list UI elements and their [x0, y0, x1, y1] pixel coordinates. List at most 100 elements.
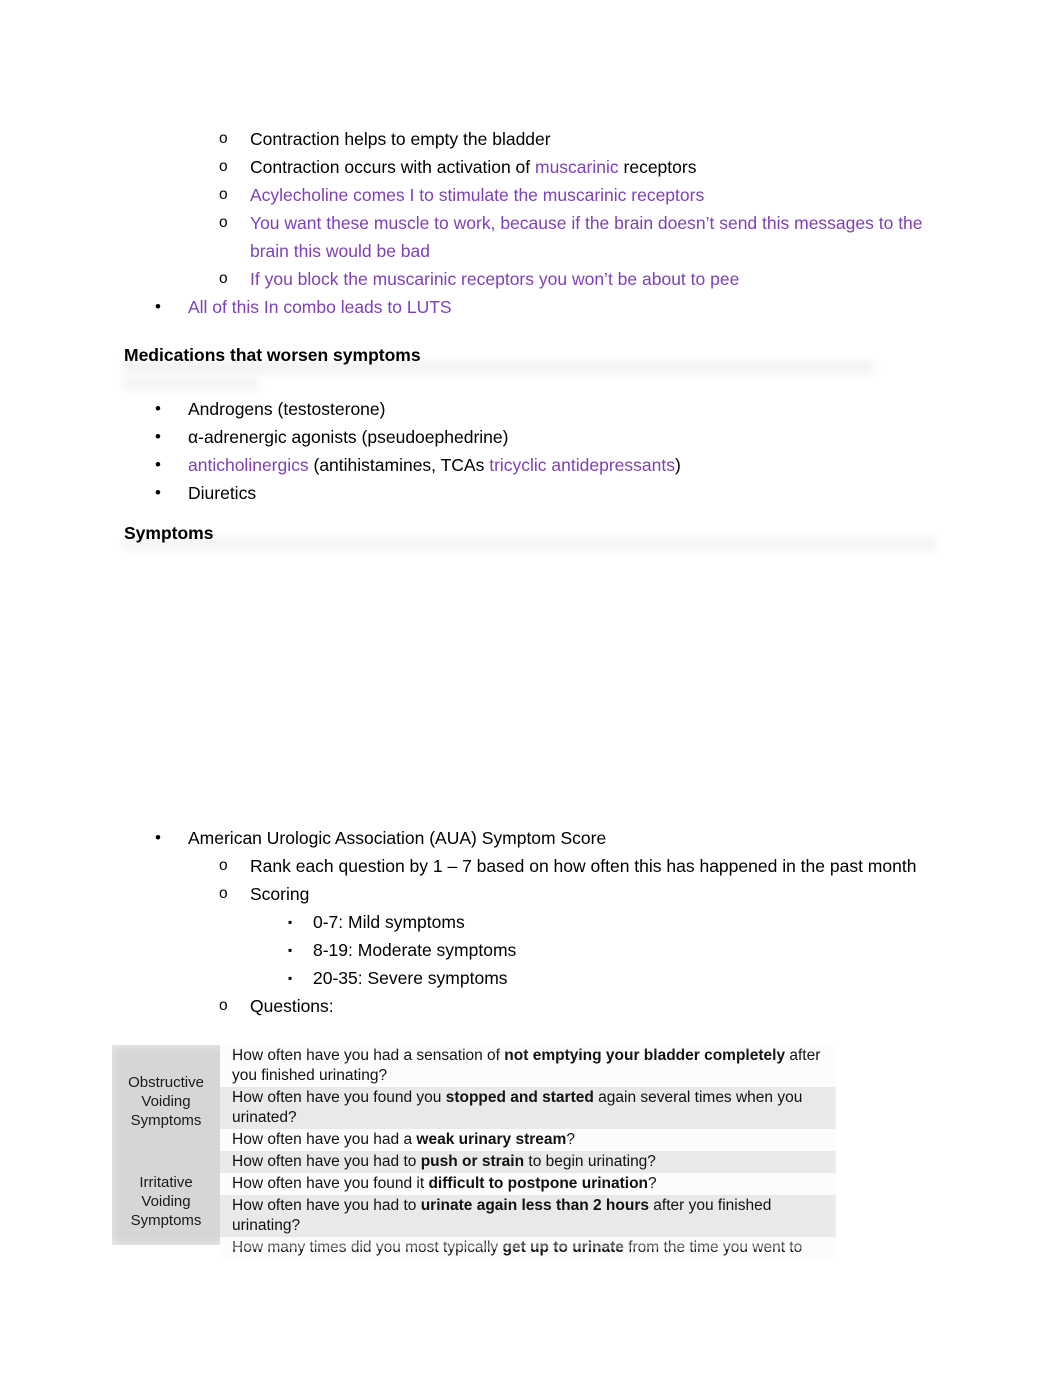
question-emphasis: stopped and started: [445, 1089, 594, 1106]
aua-list-item-text: American Urologic Association (AUA) Symp…: [188, 824, 942, 852]
list-marker-icon: ▪: [288, 943, 293, 957]
text-run: Scoring: [250, 884, 310, 904]
aua-list-item-text: Questions:: [250, 992, 942, 1020]
bladder-list-item-text: Contraction occurs with activation of mu…: [250, 153, 942, 181]
question-text: How often have you had to: [232, 1197, 421, 1214]
list-marker-icon: o: [219, 130, 228, 147]
aua-question-cell: How often have you had to urinate again …: [220, 1195, 836, 1237]
aua-list-item-text: 8-19: Moderate symptoms: [313, 936, 942, 964]
question-emphasis: push or strain: [420, 1153, 525, 1170]
text-run: American Urologic Association (AUA) Symp…: [188, 828, 607, 848]
aua-list-item: o Questions:: [0, 992, 1062, 1020]
list-marker-icon: o: [219, 186, 228, 203]
aua-question-cell: How often have you had a sensation of no…: [220, 1045, 836, 1087]
aua-question-cell: How many times did you most typically ge…: [220, 1237, 836, 1259]
aua-list-item: o Rank each question by 1 – 7 based on ho…: [0, 852, 1062, 880]
text-run: Acylecholine comes I to stimulate the mu…: [250, 185, 705, 205]
ghost-smudge-symptoms: [124, 538, 936, 552]
document-page: o Contraction helps to empty the bladder o…: [0, 0, 1062, 1376]
text-run: Contraction helps to empty the bladder: [250, 129, 551, 149]
list-marker-icon: o: [219, 158, 228, 175]
aua-category-irritative-line-1: Irritative: [139, 1174, 193, 1191]
aua-list-item: o Scoring: [0, 880, 1062, 908]
aua-list-item-text: Scoring: [250, 880, 942, 908]
medications-list-item: • anticholinergics (antihistamines, TCAs …: [0, 451, 1062, 479]
aua-category-irritative-line-3: Symptoms: [130, 1212, 202, 1229]
text-run: muscarinic: [535, 157, 619, 177]
bladder-list-item-text: All of this In combo leads to LUTS: [188, 293, 942, 321]
aua-list-item: ▪ 8-19: Moderate symptoms: [0, 936, 1062, 964]
question-text: from the time you went to: [623, 1239, 803, 1256]
text-run: You want these muscle to work, because i…: [250, 213, 923, 261]
bladder-list-item: o You want these muscle to work, because …: [0, 209, 1062, 265]
text-run: Diuretics: [188, 483, 257, 503]
text-run: 0-7: Mild symptoms: [313, 912, 465, 932]
list-marker-icon: ▪: [288, 915, 293, 929]
medications-list: • Androgens (testosterone) • α-adrenergic a…: [0, 395, 1062, 507]
text-run: Contraction occurs with activation of: [250, 157, 535, 177]
list-marker-icon: o: [219, 885, 228, 902]
text-run: receptors: [618, 157, 697, 177]
question-text: How often have you found it: [232, 1175, 429, 1192]
aua-category-obstructive-line-3: Symptoms: [130, 1112, 202, 1129]
aua-question-column: How often have you had a sensation of no…: [220, 1045, 836, 1259]
aua-category-obstructive: Obstructive Voiding Symptoms: [112, 1045, 220, 1158]
medications-list-item-text: α-adrenergic agonists (pseudoephedrine): [188, 423, 942, 451]
text-run: All of this In combo leads to LUTS: [188, 297, 452, 317]
medications-list-item: • α-adrenergic agonists (pseudoephedrine): [0, 423, 1062, 451]
list-marker-icon: •: [155, 399, 161, 418]
bladder-list-item-text: Contraction helps to empty the bladder: [250, 125, 942, 153]
question-text: How often have you found you: [232, 1089, 446, 1106]
aua-symptom-score-list: • American Urologic Association (AUA) Sym…: [0, 824, 1062, 1020]
bladder-list-item-text: If you block the muscarinic receptors yo…: [250, 265, 942, 293]
question-emphasis: get up to urinate: [502, 1239, 624, 1256]
list-marker-icon: •: [155, 828, 161, 847]
text-run: 8-19: Moderate symptoms: [313, 940, 517, 960]
question-text: ?: [648, 1175, 657, 1192]
medications-list-item: • Diuretics: [0, 479, 1062, 507]
question-text: How often have you had to: [232, 1153, 421, 1170]
question-text: to begin urinating?: [524, 1153, 656, 1170]
aua-category-irritative: Irritative Voiding Symptoms: [112, 1158, 220, 1245]
question-emphasis: difficult to postpone urination: [428, 1175, 649, 1192]
aua-question-cell: How often have you found you stopped and…: [220, 1087, 836, 1129]
aua-question-cell: How often have you found it difficult to…: [220, 1173, 836, 1195]
heading-symptoms: Symptoms: [124, 523, 214, 543]
bladder-list-item-text: You want these muscle to work, because i…: [250, 209, 942, 265]
bladder-list-item-text: Acylecholine comes I to stimulate the mu…: [250, 181, 942, 209]
aua-list-item: ▪ 20-35: Severe symptoms: [0, 964, 1062, 992]
list-marker-icon: ▪: [288, 971, 293, 985]
question-emphasis: weak urinary stream: [416, 1131, 567, 1148]
list-marker-icon: •: [155, 483, 161, 502]
aua-category-irritative-line-2: Voiding: [141, 1193, 191, 1210]
medications-list-item-text: anticholinergics (antihistamines, TCAs t…: [188, 451, 942, 479]
list-marker-icon: o: [219, 997, 228, 1014]
aua-list-item: ▪ 0-7: Mild symptoms: [0, 908, 1062, 936]
list-marker-icon: o: [219, 857, 228, 874]
list-marker-icon: •: [155, 427, 161, 446]
bladder-list-item: • All of this In combo leads to LUTS: [0, 293, 1062, 321]
list-marker-icon: o: [219, 214, 228, 231]
text-run: tricyclic antidepressants: [489, 455, 675, 475]
aua-list-item-text: Rank each question by 1 – 7 based on how…: [250, 852, 942, 880]
aua-category-obstructive-line-2: Voiding: [141, 1093, 191, 1110]
bladder-list-item: o If you block the muscarinic receptors y…: [0, 265, 1062, 293]
aua-list-item: • American Urologic Association (AUA) Sym…: [0, 824, 1062, 852]
list-marker-icon: •: [155, 455, 161, 474]
text-run: Questions:: [250, 996, 334, 1016]
aua-list-item-text: 0-7: Mild symptoms: [313, 908, 942, 936]
aua-category-obstructive-line-1: Obstructive: [128, 1074, 204, 1091]
question-emphasis: not emptying your bladder completely: [504, 1047, 786, 1064]
question-text: How often have you had a sensation of: [232, 1047, 505, 1064]
aua-list-item-text: 20-35: Severe symptoms: [313, 964, 942, 992]
list-marker-icon: •: [155, 297, 161, 316]
aua-category-column: Obstructive Voiding Symptoms Irritative …: [112, 1045, 220, 1245]
text-run: Rank each question by 1 – 7 based on how…: [250, 856, 917, 876]
text-run: ): [674, 455, 681, 475]
question-emphasis: urinate again less than 2 hours: [420, 1197, 649, 1214]
question-text: ?: [566, 1131, 575, 1148]
bladder-contraction-list: o Contraction helps to empty the bladder o…: [0, 125, 1062, 321]
bladder-list-item: o Contraction helps to empty the bladder: [0, 125, 1062, 153]
question-text: How often have you had a: [232, 1131, 417, 1148]
aua-question-cell: How often have you had a weak urinary st…: [220, 1129, 836, 1151]
